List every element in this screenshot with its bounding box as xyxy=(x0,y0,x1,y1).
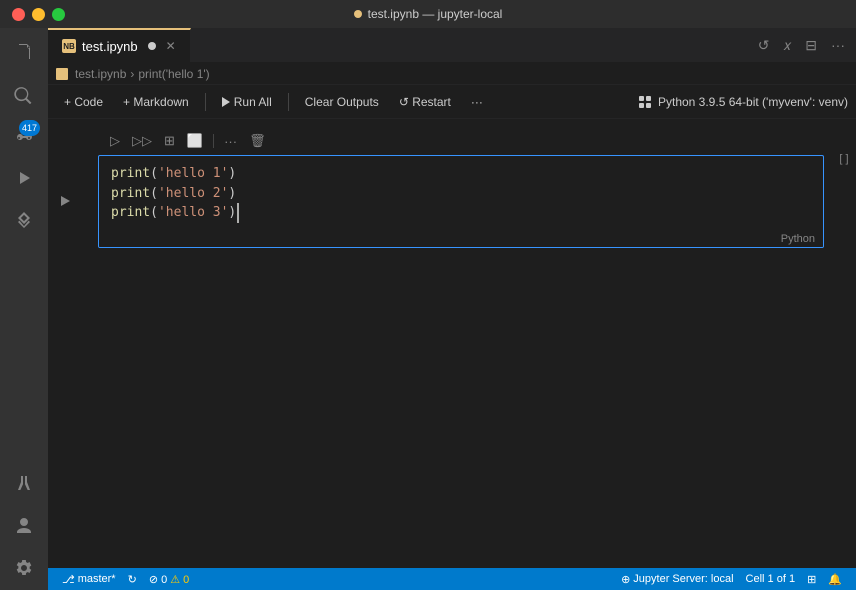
sync-icon: ↻ xyxy=(128,573,137,586)
status-cell-info[interactable]: Cell 1 of 1 xyxy=(740,568,802,590)
activity-icon-extensions[interactable] xyxy=(4,200,44,240)
code-line-2: print('hello 2') xyxy=(111,184,811,204)
bell-icon: 🔔 xyxy=(828,573,842,586)
activity-bar: 417 xyxy=(0,28,48,590)
more-actions-icon[interactable]: ··· xyxy=(828,34,848,56)
remote-icon: ⊞ xyxy=(807,573,816,586)
status-sync[interactable]: ↻ xyxy=(122,568,143,590)
cell-toolbar-sep xyxy=(213,134,214,148)
branch-icon: ⎇ xyxy=(62,573,75,586)
minimize-button[interactable] xyxy=(32,8,45,21)
activity-icon-source-control[interactable]: 417 xyxy=(4,116,44,156)
add-markdown-button[interactable]: + Markdown xyxy=(115,92,197,112)
editor-area: NB test.ipynb ✕ ↺ 𝑥 ⊟ ··· test.ipynb › p… xyxy=(48,28,856,590)
notebook-icon: NB xyxy=(62,39,76,53)
delete-cell-icon[interactable]: 🗑 xyxy=(245,131,270,151)
status-errors[interactable]: ⊘ 0 ⚠ 0 xyxy=(143,568,195,590)
cell-toolbar: ▷ ▷▷ ⊞ ⬜ ··· 🗑 xyxy=(94,127,856,155)
run-all-icon xyxy=(222,97,230,107)
add-code-button[interactable]: + Code xyxy=(56,92,111,112)
tab-label: test.ipynb xyxy=(82,39,138,54)
history-icon[interactable]: ↺ xyxy=(755,34,773,57)
activity-icon-run[interactable] xyxy=(4,158,44,198)
tab-bar-actions: ↺ 𝑥 ⊟ ··· xyxy=(747,28,856,62)
status-remote[interactable]: ⊞ xyxy=(801,568,822,590)
run-all-label: Run All xyxy=(234,95,272,109)
code-line-3: print('hello 3') xyxy=(111,203,811,223)
stop-icon[interactable]: ⬜ xyxy=(183,131,207,151)
kernel-icon xyxy=(638,95,652,109)
run-all-button[interactable]: Run All xyxy=(214,92,280,112)
activity-icon-account[interactable] xyxy=(4,506,44,546)
code-cell[interactable]: print('hello 1') print('hello 2') print(… xyxy=(98,155,824,248)
code-editor[interactable]: print('hello 1') print('hello 2') print(… xyxy=(99,156,823,231)
titlebar-buttons xyxy=(12,8,65,21)
code-cell-container: print('hello 1') print('hello 2') print(… xyxy=(48,155,856,248)
clear-outputs-button[interactable]: Clear Outputs xyxy=(297,92,387,112)
status-bar: ⎇ master* ↻ ⊘ 0 ⚠ 0 ⊕ Jupyter Server: lo… xyxy=(48,568,856,590)
cell-more-icon[interactable]: ··· xyxy=(220,132,241,151)
cell-gutter xyxy=(48,155,78,248)
tab-modified-dot xyxy=(148,42,156,50)
close-button[interactable] xyxy=(12,8,25,21)
breadcrumb: test.ipynb › print('hello 1') xyxy=(48,63,856,85)
run-cell-button[interactable] xyxy=(59,194,72,208)
breadcrumb-cell[interactable]: print('hello 1') xyxy=(138,67,209,81)
kernel-info[interactable]: Python 3.9.5 64-bit ('myvenv': venv) xyxy=(638,95,848,109)
variables-icon[interactable]: 𝑥 xyxy=(780,34,794,57)
breadcrumb-file-icon xyxy=(56,68,68,80)
cell-language-label: Python xyxy=(99,231,823,247)
jupyter-server-label: Jupyter Server: local xyxy=(633,573,733,585)
titlebar: test.ipynb — jupyter-local xyxy=(0,0,856,28)
no-errors-label: ⊘ 0 xyxy=(149,573,167,586)
cell-execution-count: [ ] xyxy=(832,149,856,165)
breadcrumb-file[interactable]: test.ipynb xyxy=(75,67,126,81)
kernel-label: Python 3.9.5 64-bit ('myvenv': venv) xyxy=(658,95,848,109)
status-bell[interactable]: 🔔 xyxy=(822,568,848,590)
status-jupyter[interactable]: ⊕ Jupyter Server: local xyxy=(615,568,739,590)
title-text: test.ipynb — jupyter-local xyxy=(368,7,503,21)
activity-icon-test[interactable] xyxy=(4,464,44,504)
maximize-button[interactable] xyxy=(52,8,65,21)
cell-info-label: Cell 1 of 1 xyxy=(746,573,796,585)
warnings-label: ⚠ 0 xyxy=(170,573,189,586)
split-editor-icon[interactable]: ⊟ xyxy=(802,34,820,57)
code-line-1: print('hello 1') xyxy=(111,164,811,184)
run-triangle-icon xyxy=(61,196,70,206)
code-fn-2: print xyxy=(111,184,150,204)
badge-count: 417 xyxy=(19,120,40,136)
window-title: test.ipynb — jupyter-local xyxy=(354,7,503,21)
activity-icon-files[interactable] xyxy=(4,32,44,72)
tab-test-ipynb[interactable]: NB test.ipynb ✕ xyxy=(48,28,191,62)
notebook-content: ▷ ▷▷ ⊞ ⬜ ··· 🗑 print('hello xyxy=(48,119,856,568)
run-all-cells-icon[interactable]: ⊞ xyxy=(160,131,179,151)
notebook-toolbar: + Code + Markdown Run All Clear Outputs … xyxy=(48,85,856,119)
tab-bar: NB test.ipynb ✕ ↺ 𝑥 ⊟ ··· xyxy=(48,28,856,63)
status-branch[interactable]: ⎇ master* xyxy=(56,568,122,590)
more-button[interactable]: ··· xyxy=(463,92,491,112)
run-above-icon[interactable]: ▷▷ xyxy=(128,131,156,151)
modified-dot xyxy=(354,10,362,18)
run-cell-icon[interactable]: ▷ xyxy=(106,131,124,151)
activity-icon-search[interactable] xyxy=(4,74,44,114)
restart-button[interactable]: ↺ Restart xyxy=(391,92,459,112)
toolbar-separator-1 xyxy=(205,93,206,111)
code-fn-3: print xyxy=(111,203,150,223)
tab-close-icon[interactable]: ✕ xyxy=(166,39,176,53)
branch-label: master* xyxy=(78,573,116,585)
breadcrumb-separator: › xyxy=(130,67,134,81)
toolbar-separator-2 xyxy=(288,93,289,111)
code-fn-1: print xyxy=(111,164,150,184)
activity-icon-settings[interactable] xyxy=(4,548,44,588)
jupyter-server-icon: ⊕ xyxy=(621,573,630,586)
